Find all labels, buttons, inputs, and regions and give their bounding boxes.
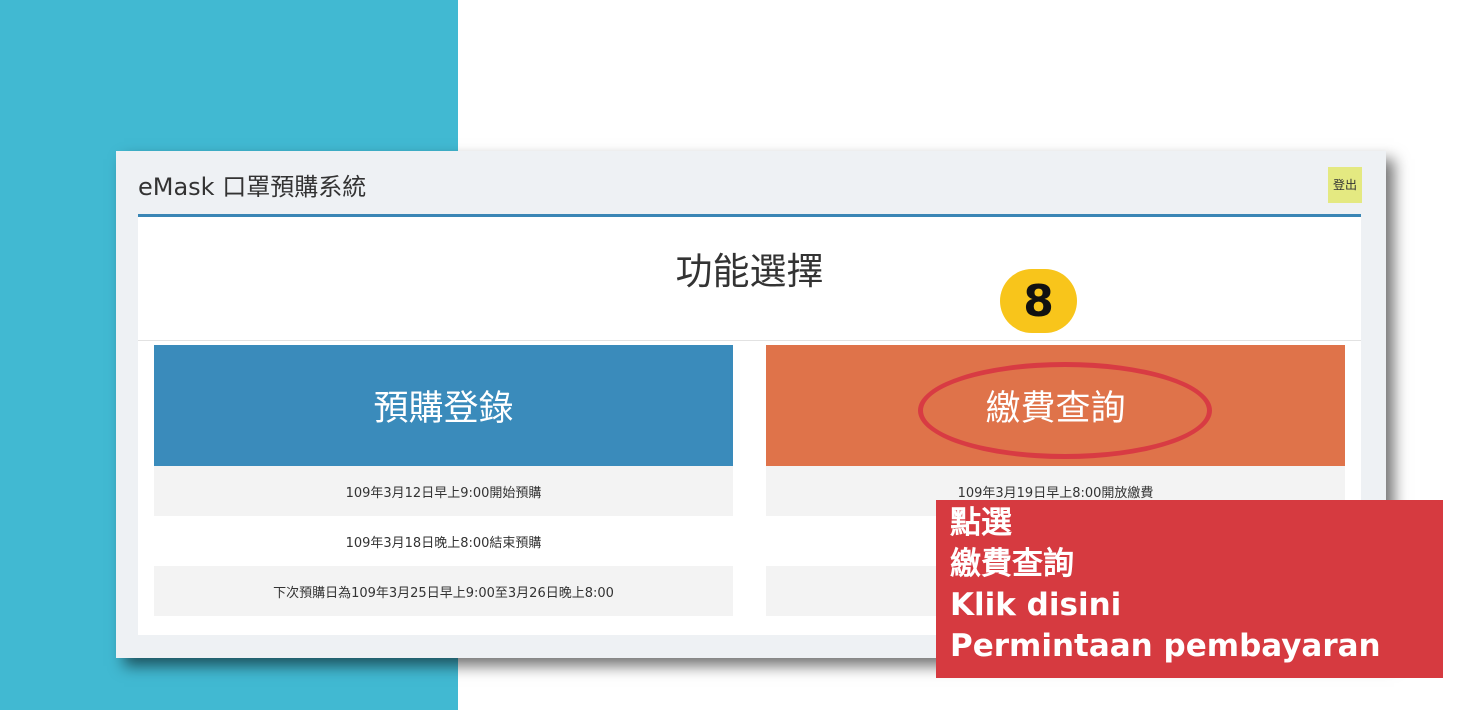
preorder-register-label: 預購登錄 (373, 389, 514, 429)
instruction-callout: 點選 繳費查詢 Klik disini Permintaan pembayara… (936, 500, 1443, 678)
highlight-ellipse (918, 362, 1212, 459)
preorder-info-row: 下次預購日為109年3月25日早上9:00至3月26日晚上8:00 (154, 566, 733, 616)
callout-line: Permintaan pembayaran (950, 628, 1381, 664)
preorder-info-row: 109年3月18日晚上8:00結束預購 (345, 535, 542, 551)
callout-line: 點選 (950, 505, 1012, 541)
preorder-info-row: 109年3月12日早上9:00開始預購 (154, 466, 733, 516)
preorder-register-button[interactable]: 預購登錄 (154, 345, 733, 466)
callout-line: Klik disini (950, 587, 1122, 623)
callout-line: 繳費查詢 (950, 546, 1074, 582)
logout-button[interactable]: 登出 (1328, 167, 1362, 203)
app-title: eMask 口罩預購系統 (138, 173, 367, 201)
panel-heading: 功能選擇 (675, 250, 824, 293)
panel-divider (138, 340, 1361, 341)
step-number-badge: 8 (1000, 269, 1077, 333)
